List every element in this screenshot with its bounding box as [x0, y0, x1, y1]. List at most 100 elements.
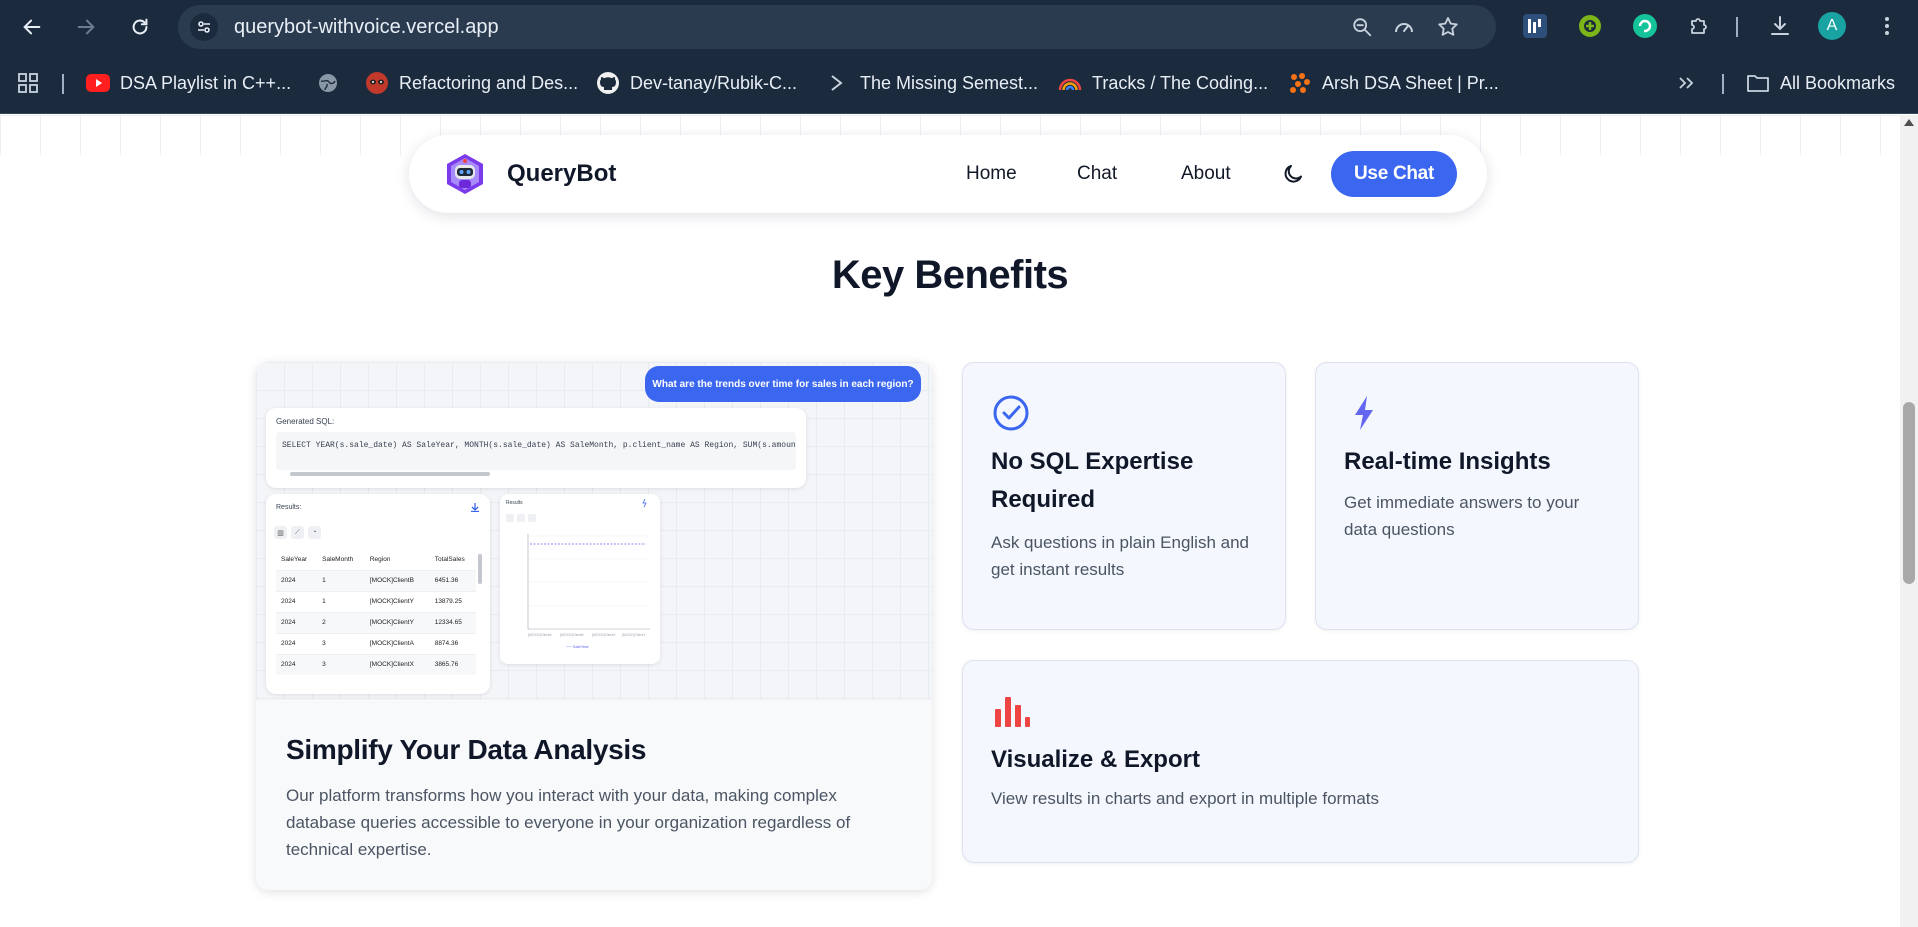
- bookmark-item[interactable]: Tracks / The Coding...: [1058, 68, 1268, 98]
- extension-dashboard-icon[interactable]: [1520, 11, 1550, 41]
- table-cell: 3: [317, 632, 365, 654]
- profile-initial: A: [1818, 12, 1846, 40]
- section-title: Key Benefits: [831, 253, 1069, 297]
- table-cell: 8874.36: [429, 632, 476, 654]
- table-cell: [MOCK]ClientY: [364, 611, 430, 633]
- results-card: Results: ▥ ⟋ ◔ SaleYear SaleMonth Region…: [266, 494, 490, 694]
- apps-button[interactable]: [16, 68, 40, 98]
- globe-icon: [316, 71, 340, 95]
- robot-logo-icon[interactable]: [443, 152, 487, 196]
- bookmark-label: DSA Playlist in C++...: [120, 72, 292, 93]
- extension-grammar-icon[interactable]: [1630, 11, 1660, 41]
- table-row: 2024 1 [MOCK]ClientY 13879.25: [276, 590, 476, 612]
- bookmark-item[interactable]: Arsh DSA Sheet | Pr...: [1288, 68, 1499, 98]
- table-cell: 3: [317, 653, 365, 675]
- table-cell: 12334.65: [429, 611, 476, 633]
- column-header: SaleYear: [281, 556, 308, 564]
- arrow-left-icon: [23, 19, 41, 35]
- brand-name[interactable]: QueryBot: [507, 135, 616, 213]
- nav-link-home[interactable]: Home: [966, 135, 1017, 213]
- lightning-icon: [1355, 396, 1373, 430]
- table-cell: [MOCK]ClientX: [364, 653, 430, 675]
- bookmark-label: Tracks / The Coding...: [1092, 72, 1269, 93]
- pie-chart-toggle-icon: ◔: [308, 526, 321, 539]
- table-cell: 13879.25: [429, 590, 476, 612]
- nav-link-chat[interactable]: Chat: [1077, 135, 1117, 213]
- bookmark-item[interactable]: The Missing Semest...: [826, 68, 1038, 98]
- bookmark-item[interactable]: Refactoring and Des...: [365, 68, 578, 98]
- table-cell: 2024: [276, 590, 318, 612]
- bookmark-label: The Missing Semest...: [860, 72, 1039, 93]
- table-cell: 2: [317, 611, 365, 633]
- nav-link-about[interactable]: About: [1181, 135, 1231, 213]
- back-button[interactable]: [16, 11, 48, 43]
- browser-toolbar: querybot-withvoice.vercel.app A: [0, 0, 1918, 54]
- page-scrollbar[interactable]: [1900, 115, 1918, 927]
- bookmark-item[interactable]: DSA Playlist in C++...: [86, 68, 291, 98]
- bookmark-item[interactable]: Dev-tanay/Rubik-C...: [596, 68, 797, 98]
- reload-icon: [132, 18, 148, 35]
- svg-text:── SaleYear: ── SaleYear: [565, 644, 590, 649]
- youtube-icon: [86, 71, 110, 95]
- app-navbar: QueryBot Home Chat About Use Chat: [409, 135, 1487, 213]
- benefit-card-realtime: Real-time Insights Get immediate answers…: [1315, 362, 1639, 630]
- extension-plus-icon[interactable]: [1575, 11, 1605, 41]
- toolbar-divider: [1736, 17, 1738, 37]
- performance-icon[interactable]: [1392, 15, 1416, 39]
- scroll-thumb[interactable]: [1903, 402, 1915, 584]
- table-cell: [MOCK]ClientB: [364, 569, 430, 591]
- table-cell: 1: [317, 590, 365, 612]
- download-icon: [471, 503, 479, 512]
- table-cell: 2024: [276, 611, 318, 633]
- feature-description: Ask questions in plain English and get i…: [991, 533, 1249, 579]
- all-bookmarks-label: All Bookmarks: [1780, 72, 1896, 93]
- use-chat-button[interactable]: Use Chat: [1331, 151, 1457, 197]
- moon-icon[interactable]: [1281, 162, 1305, 186]
- table-cell: [MOCK]ClientY: [364, 590, 430, 612]
- table-cell: [MOCK]ClientA: [364, 632, 430, 654]
- main-benefit-description: Our platform transforms how you interact…: [286, 786, 851, 859]
- svg-text:[MOCK]ClientA: [MOCK]ClientA: [528, 633, 552, 637]
- url-text[interactable]: querybot-withvoice.vercel.app: [234, 5, 499, 49]
- benefit-card-no-sql: No SQL Expertise Required Ask questions …: [962, 362, 1286, 630]
- table-row: 2024 1 [MOCK]ClientB 6451.36: [276, 569, 476, 591]
- raccoon-icon: [365, 71, 389, 95]
- bookmarks-divider: [1722, 74, 1724, 94]
- chevron-double-right-icon: [1679, 77, 1694, 89]
- sql-code-block: SELECT YEAR(s.sale_date) AS SaleYear, MO…: [276, 432, 796, 470]
- address-bar[interactable]: querybot-withvoice.vercel.app: [178, 5, 1496, 49]
- feature-title: No SQL Expertise: [991, 448, 1194, 475]
- terminal-icon: [826, 71, 850, 95]
- tune-icon: [198, 21, 210, 33]
- column-header: SaleMonth: [322, 556, 354, 564]
- bookmarks-divider: [62, 74, 64, 94]
- sql-card: Generated SQL: SELECT YEAR(s.sale_date) …: [266, 408, 806, 488]
- site-info-button[interactable]: [190, 13, 218, 41]
- profile-avatar[interactable]: A: [1817, 11, 1847, 41]
- results-label: Results:: [276, 504, 302, 511]
- forward-button[interactable]: [70, 11, 102, 43]
- table-cell: 6451.36: [429, 569, 476, 591]
- bookmark-label: Arsh DSA Sheet | Pr...: [1322, 72, 1499, 93]
- feature-title: Real-time Insights: [1344, 448, 1551, 475]
- benefit-card-visualize: Visualize & Export View results in chart…: [962, 660, 1639, 863]
- sql-label: Generated SQL:: [276, 417, 335, 426]
- results-table: SaleYear SaleMonth Region TotalSales 202…: [276, 550, 476, 675]
- github-icon: [596, 71, 620, 95]
- reload-button[interactable]: [124, 11, 156, 43]
- scroll-up-arrow-icon[interactable]: [1904, 119, 1914, 126]
- bookmark-star-icon[interactable]: [1436, 15, 1460, 39]
- more-bookmarks-button[interactable]: [1676, 68, 1696, 98]
- question-bubble: What are the trends over time for sales …: [645, 366, 921, 402]
- column-header: TotalSales: [434, 556, 465, 564]
- downloads-icon[interactable]: [1765, 11, 1795, 41]
- all-bookmarks-button[interactable]: All Bookmarks: [1746, 68, 1895, 98]
- bookmark-label: Dev-tanay/Rubik-C...: [630, 72, 798, 93]
- extensions-puzzle-icon[interactable]: [1684, 11, 1714, 41]
- bookmark-item[interactable]: [316, 68, 350, 98]
- bookmark-label: Refactoring and Des...: [399, 72, 579, 93]
- bar-chart-toggle-icon: ▥: [274, 526, 287, 539]
- table-cell: 2024: [276, 569, 318, 591]
- menu-kebab-icon[interactable]: [1872, 11, 1902, 41]
- zoom-icon[interactable]: [1350, 15, 1374, 39]
